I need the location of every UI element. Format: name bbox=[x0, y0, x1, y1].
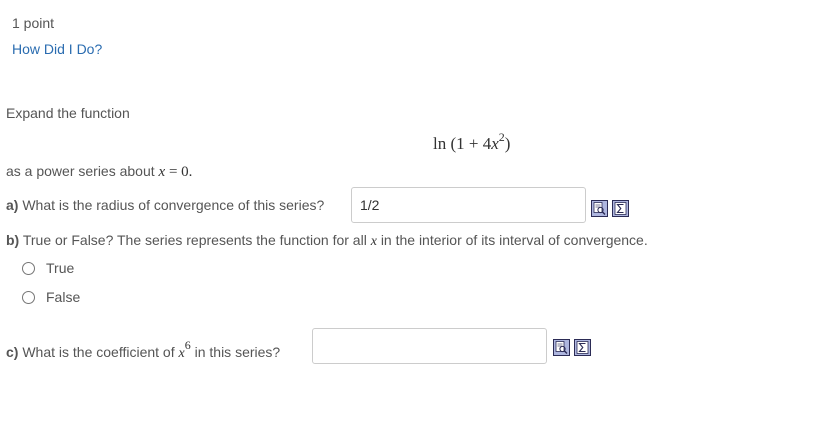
question-a-label: a) bbox=[6, 197, 19, 213]
question-b-label: b) bbox=[6, 232, 20, 248]
question-b-text-after: in the interior of its interval of conve… bbox=[380, 232, 648, 248]
preview-button-a[interactable] bbox=[591, 200, 608, 217]
how-did-i-do-link[interactable]: How Did I Do? bbox=[12, 41, 102, 57]
problem-prompt: Expand the function bbox=[6, 105, 130, 121]
equation-button-a[interactable] bbox=[612, 200, 629, 217]
question-c-text-before: What is the coefficient of bbox=[18, 344, 175, 360]
formula-fn: ln bbox=[433, 134, 447, 153]
about-rest: = 0. bbox=[165, 164, 193, 180]
option-true-label: True bbox=[46, 260, 75, 276]
power-series-about: as a power series about x = 0. bbox=[6, 163, 192, 181]
question-c-text-after: in this series? bbox=[194, 344, 281, 360]
points-label: 1 point bbox=[12, 15, 55, 31]
option-true[interactable]: True bbox=[22, 260, 74, 276]
question-a: a) What is the radius of convergence of … bbox=[6, 197, 324, 213]
magnifier-preview-icon bbox=[555, 341, 568, 354]
formula-var: x bbox=[491, 134, 499, 153]
about-text: as a power series about bbox=[6, 163, 155, 179]
question-c-exponent: 6 bbox=[184, 338, 191, 352]
function-formula: ln (1 + 4x2) bbox=[433, 130, 510, 154]
answer-a-input[interactable] bbox=[351, 187, 586, 223]
option-false[interactable]: False bbox=[22, 289, 80, 305]
radio-false[interactable] bbox=[22, 290, 35, 304]
option-false-label: False bbox=[46, 289, 81, 305]
magnifier-preview-icon bbox=[593, 202, 606, 215]
sigma-equation-icon bbox=[614, 202, 627, 215]
radio-true[interactable] bbox=[22, 261, 35, 275]
question-c: c) What is the coefficient of x6 in this… bbox=[6, 338, 280, 362]
question-b-text-before: True or False? The series represents the… bbox=[19, 232, 367, 248]
question-b-var: x bbox=[370, 234, 377, 249]
answer-c-input[interactable] bbox=[312, 328, 547, 364]
question-a-text: What is the radius of convergence of thi… bbox=[18, 197, 325, 213]
formula-close: ) bbox=[504, 134, 511, 153]
question-c-label: c) bbox=[6, 344, 19, 360]
question-b: b) True or False? The series represents … bbox=[6, 232, 648, 250]
preview-button-c[interactable] bbox=[553, 339, 570, 356]
equation-button-c[interactable] bbox=[574, 339, 591, 356]
formula-open: (1 + 4 bbox=[450, 134, 492, 153]
sigma-equation-icon bbox=[576, 341, 589, 354]
